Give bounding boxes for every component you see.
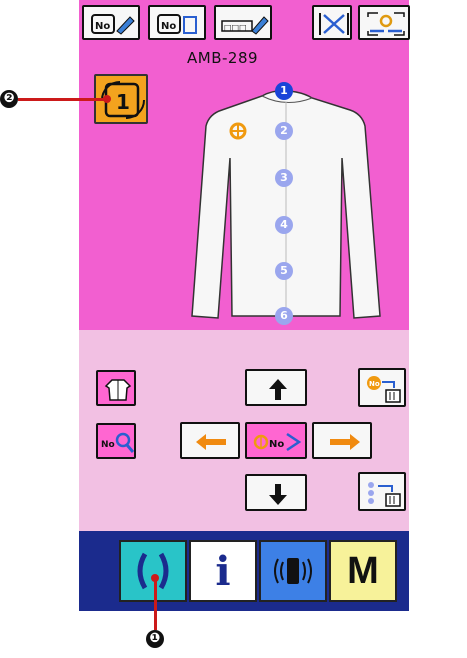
button-position-6[interactable]: 6 [275, 307, 293, 325]
pattern-number-edit-icon: No [91, 14, 135, 35]
button-position-3[interactable]: 3 [275, 169, 293, 187]
pattern-copy-icon: No [157, 14, 197, 34]
search-number-icon: No [101, 432, 135, 453]
communication-button[interactable] [259, 540, 327, 602]
move-down-button[interactable] [245, 474, 307, 511]
mode-icon: M [347, 550, 379, 592]
mode-button[interactable]: M [329, 540, 397, 602]
sewing-data-icon: No [367, 376, 401, 403]
needle-position-select-button[interactable]: No [245, 422, 307, 459]
communication-icon [274, 558, 312, 584]
information-button[interactable]: i [189, 540, 257, 602]
arrow-right-icon [330, 434, 360, 450]
button-sequence-icon [368, 482, 401, 507]
button-position-1[interactable]: 1 [275, 82, 293, 100]
button-position-5[interactable]: 5 [275, 262, 293, 280]
button-position-2[interactable]: 2 [275, 122, 293, 140]
callout-number-2: ❷ [0, 90, 18, 108]
shirt-diagram [191, 89, 381, 319]
shirt-icon [104, 379, 132, 401]
button-position-4[interactable]: 4 [275, 216, 293, 234]
sewing-data-change-button[interactable]: No [358, 368, 406, 407]
callout-number-1: ❶ [146, 630, 164, 648]
arrow-up-icon [269, 379, 287, 400]
name-edit-icon: □□□ [221, 16, 269, 35]
origin-return-button[interactable] [358, 5, 410, 40]
arrow-down-icon [269, 484, 287, 505]
svg-text:No: No [101, 440, 115, 450]
thread-tension-button[interactable] [312, 5, 352, 40]
callout-line-1 [154, 578, 157, 630]
svg-text:□□□: □□□ [224, 23, 247, 32]
svg-text:No: No [369, 380, 380, 388]
ready-icon [137, 552, 169, 590]
name-edit-button[interactable]: □□□ [214, 5, 272, 40]
arrow-left-icon [196, 434, 226, 450]
information-icon: i [215, 548, 231, 595]
pattern-copy-button[interactable]: No [148, 5, 206, 40]
button-sequence-button[interactable] [358, 472, 406, 511]
garment-type-button[interactable] [96, 370, 136, 406]
move-right-button[interactable] [312, 422, 372, 459]
svg-text:No: No [269, 439, 284, 450]
svg-text:No: No [95, 21, 110, 32]
svg-text:No: No [161, 21, 176, 32]
ready-button[interactable] [119, 540, 187, 602]
needle-position-icon [229, 122, 247, 140]
model-name: AMB-289 [187, 49, 259, 67]
svg-text:1: 1 [116, 90, 130, 114]
move-up-button[interactable] [245, 369, 307, 406]
button-search-button[interactable]: No [96, 423, 136, 459]
move-left-button[interactable] [180, 422, 240, 459]
pattern-number-edit-button[interactable]: No [82, 5, 140, 40]
callout-dot-2 [103, 95, 111, 103]
callout-line-2 [18, 98, 106, 101]
needle-number-icon: No [253, 432, 302, 452]
origin-return-icon [367, 12, 405, 36]
thread-tension-icon [319, 13, 349, 35]
